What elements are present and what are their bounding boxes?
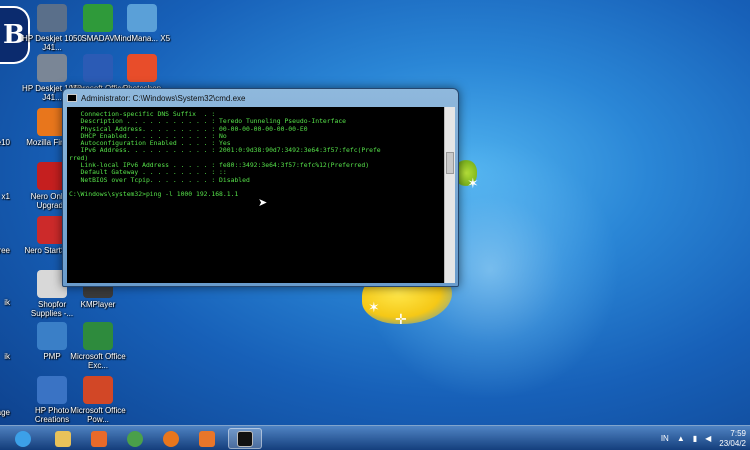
- desktop-icon-partial[interactable]: ik: [0, 352, 10, 361]
- cmd-icon: [237, 430, 253, 447]
- desktop-icon-label: ik: [4, 298, 10, 307]
- language-indicator[interactable]: IN: [661, 434, 669, 443]
- wallpaper-sparkle: ✶: [368, 299, 380, 315]
- tray-arrow-icon[interactable]: ▲: [677, 434, 685, 443]
- app-icon: [37, 322, 67, 350]
- app-icon: [83, 54, 113, 82]
- app-icon: [83, 322, 113, 350]
- desktop-icon[interactable]: Microsoft Office Pow...: [68, 376, 128, 424]
- cmd-icon: [67, 94, 77, 102]
- clock-date: 23/04/2: [719, 438, 746, 448]
- taskbar-start-button[interactable]: [6, 428, 40, 449]
- explorer-icon: [55, 430, 71, 447]
- desktop-icon-label: ne x1: [0, 192, 10, 201]
- mouse-cursor-icon: ➤: [258, 197, 268, 209]
- clock[interactable]: 7:59 23/04/2: [719, 429, 746, 449]
- desktop-icon-label: Microsoft Office Pow...: [70, 406, 126, 424]
- desktop-icon-partial[interactable]: age: [0, 408, 10, 417]
- console-line: IPv6 Address. . . . . . . . . . . : 2001…: [69, 146, 381, 155]
- desktop-icon-label: e10: [0, 138, 10, 147]
- media-player-icon: [91, 430, 107, 447]
- app-icon: [37, 376, 67, 404]
- desktop-icon-label: ik: [4, 352, 10, 361]
- cmd-titlebar[interactable]: Administrator: C:\Windows\System32\cmd.e…: [63, 89, 458, 107]
- desktop-icon[interactable]: MindMana... X5: [112, 4, 172, 43]
- cmd-console[interactable]: Connection-specific DNS Suffix . : Descr…: [67, 107, 444, 283]
- taskbar-chrome-button[interactable]: [118, 428, 152, 449]
- app-icon: [83, 4, 113, 32]
- taskbar-app-button[interactable]: [190, 428, 224, 449]
- desktop-icon-partial[interactable]: ik: [0, 298, 10, 307]
- desktop-icon[interactable]: Microsoft Office Exc...: [68, 322, 128, 370]
- taskbar: IN ▲ ▮ ◀ 7:59 23/04/2: [0, 425, 750, 450]
- start-icon: [15, 430, 31, 447]
- cmd-title: Administrator: C:\Windows\System32\cmd.e…: [81, 93, 246, 103]
- system-tray: IN ▲ ▮ ◀ 7:59 23/04/2: [661, 426, 750, 450]
- cmd-scrollbar[interactable]: [444, 107, 455, 283]
- wallpaper-sparkle: ✶: [467, 175, 479, 191]
- firefox-icon: [163, 430, 179, 447]
- app-icon: [199, 430, 215, 447]
- console-line: C:\Windows\system32>ping -l 1000 192.168…: [69, 190, 239, 199]
- taskbar-media-player-button[interactable]: [82, 428, 116, 449]
- chrome-icon: [127, 430, 143, 447]
- taskbar-explorer-button[interactable]: [46, 428, 80, 449]
- app-icon: [37, 54, 67, 82]
- desktop-icon-partial[interactable]: ne x1: [0, 192, 10, 201]
- console-line: NetBIOS over Tcpip. . . . . . . . : Disa…: [69, 175, 250, 184]
- app-icon: [127, 4, 157, 32]
- scrollbar-thumb[interactable]: [446, 152, 454, 174]
- wallpaper-sparkle: ✛: [395, 311, 407, 327]
- desktop-icon-label: ree: [0, 246, 10, 255]
- app-icon: [127, 54, 157, 82]
- app-icon: [83, 376, 113, 404]
- clock-time: 7:59: [730, 428, 746, 438]
- network-icon[interactable]: ▮: [693, 434, 697, 443]
- desktop-icon-label: Microsoft Office Exc...: [70, 352, 126, 370]
- desktop-icon-label: MindMana... X5: [113, 34, 171, 43]
- cmd-window[interactable]: Administrator: C:\Windows\System32\cmd.e…: [62, 88, 459, 287]
- app-icon: [37, 4, 67, 32]
- volume-icon[interactable]: ◀: [705, 434, 711, 443]
- desktop-icon-partial[interactable]: ree: [0, 246, 10, 255]
- desktop-icon-partial[interactable]: e10: [0, 138, 10, 147]
- desktop-icon-label: KMPlayer: [80, 300, 116, 309]
- desktop-icon-label: age: [0, 408, 10, 417]
- taskbar-firefox-button[interactable]: [154, 428, 188, 449]
- taskbar-cmd-button[interactable]: [228, 428, 262, 449]
